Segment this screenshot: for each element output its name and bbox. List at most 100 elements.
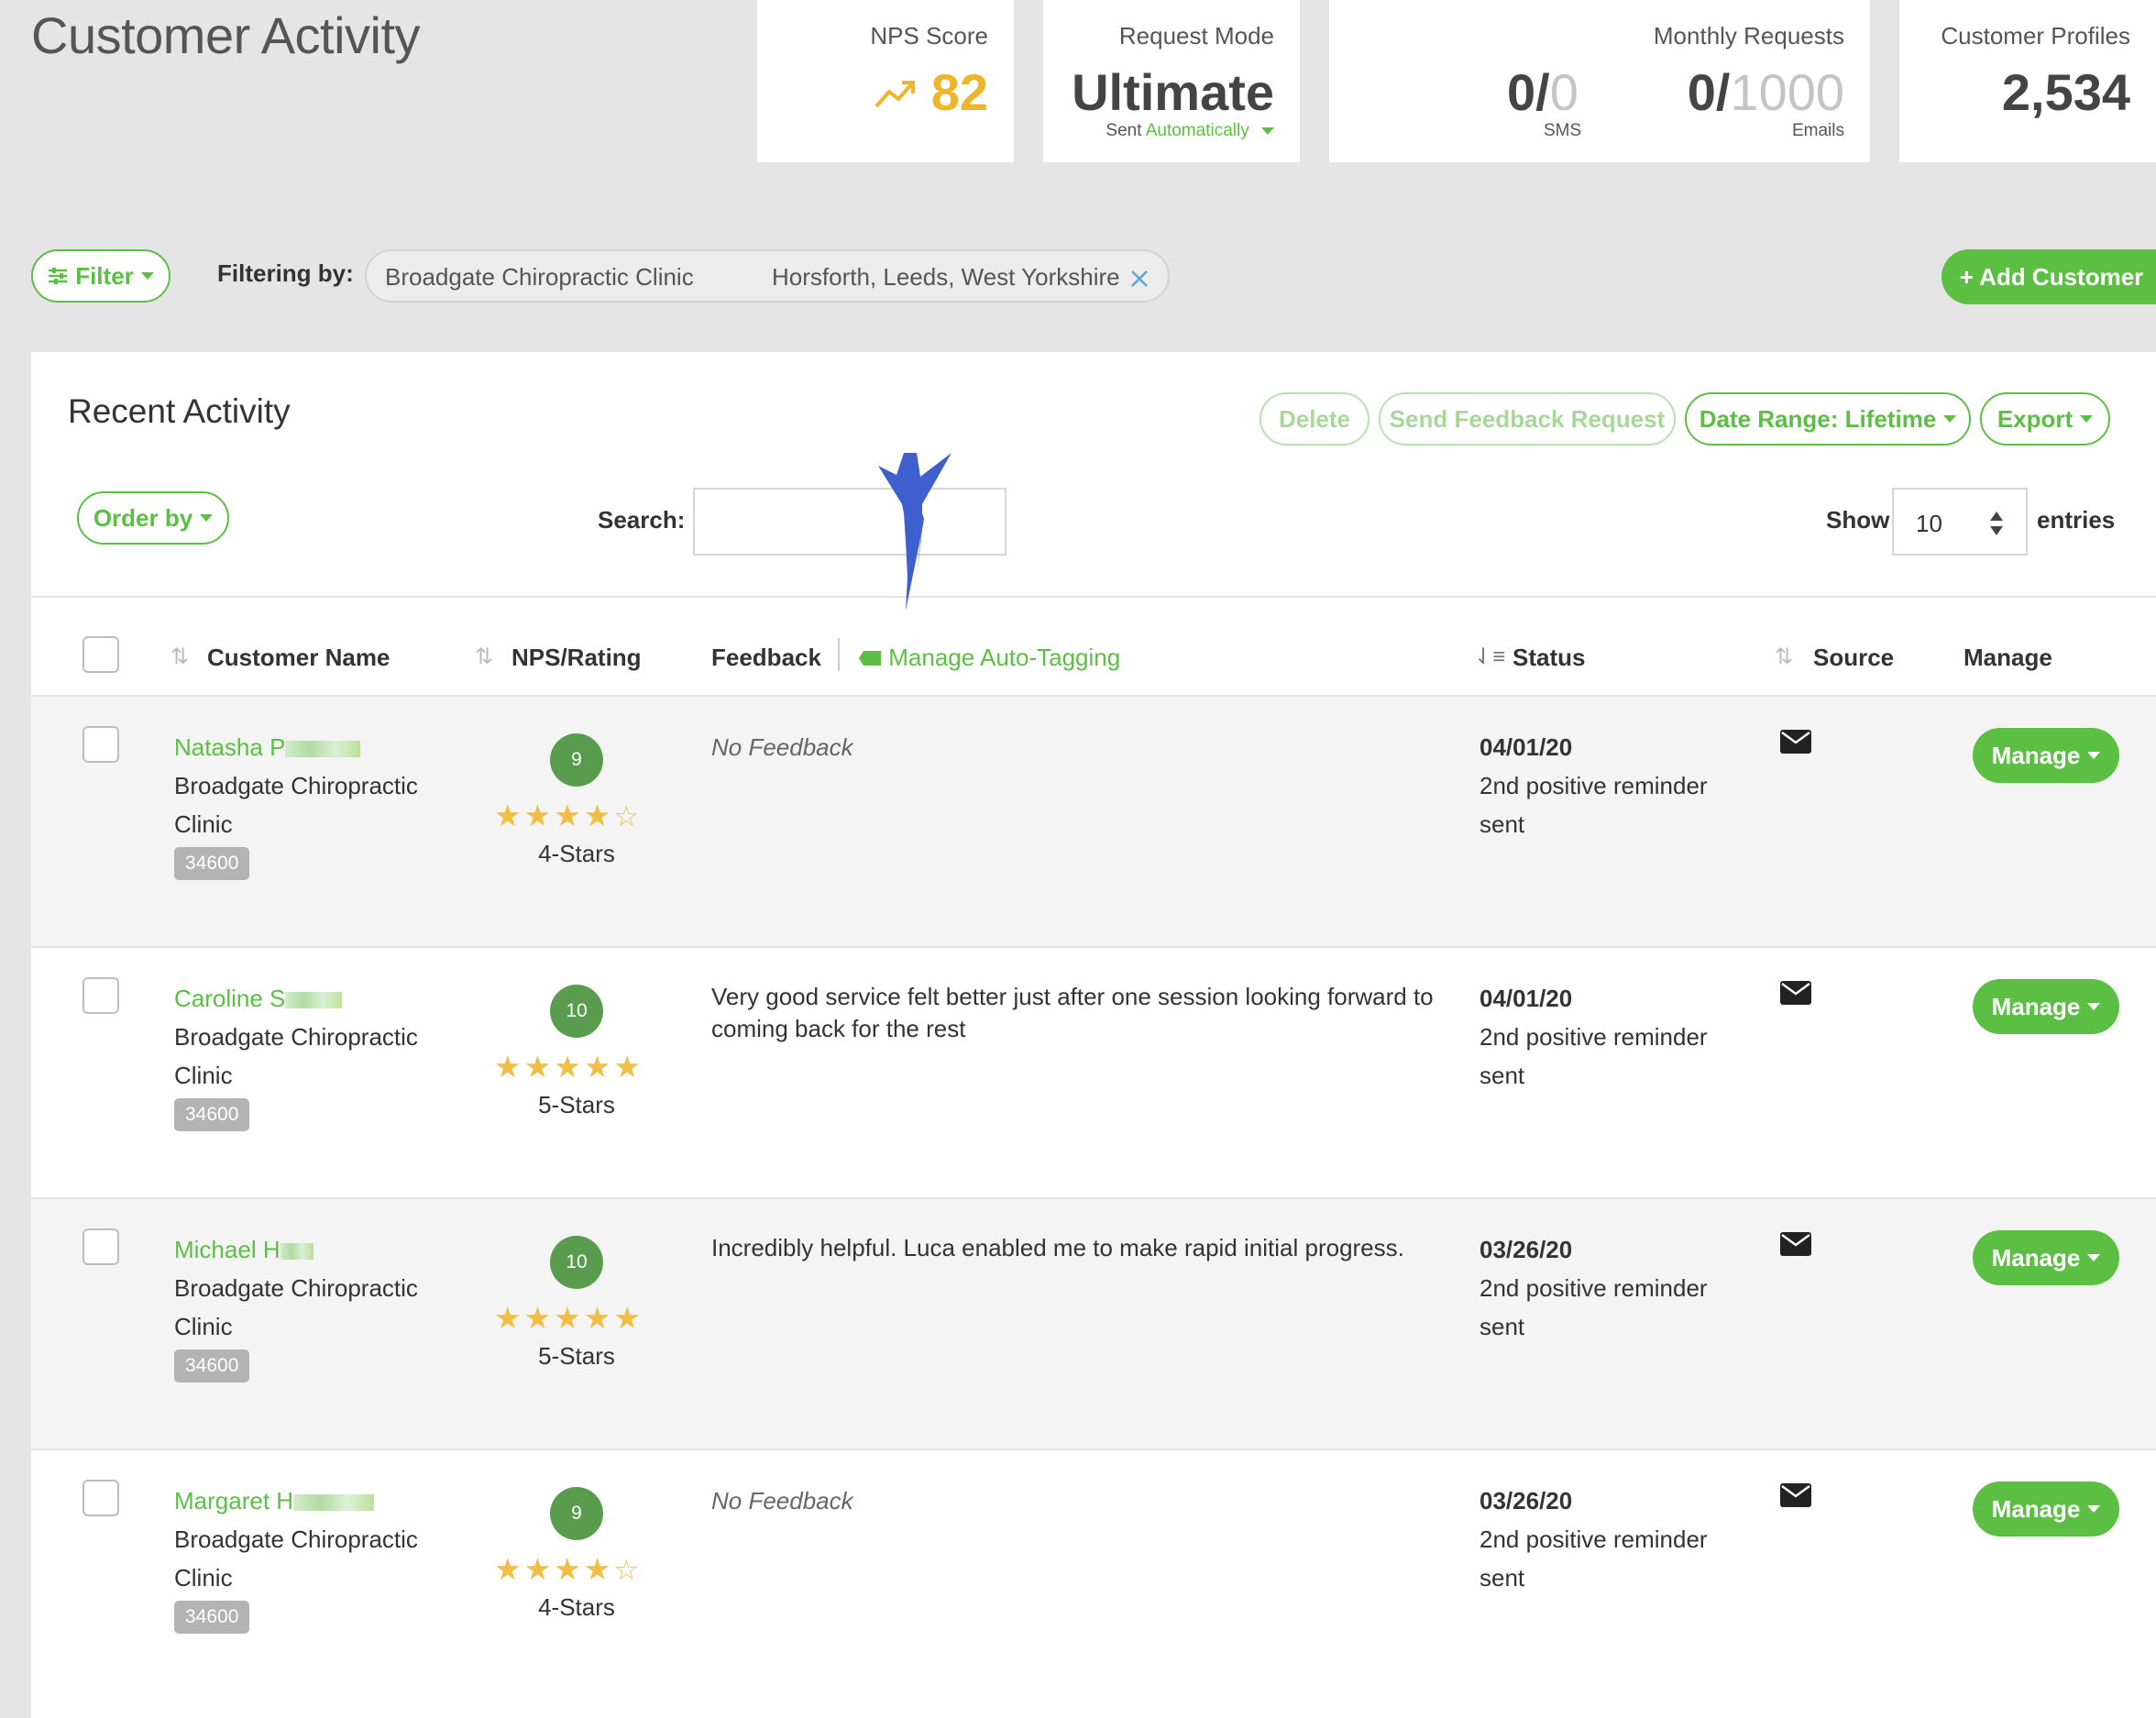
- stars-label: 4-Stars: [538, 1593, 615, 1621]
- request-mode-toggle[interactable]: Sent Automatically: [1106, 121, 1274, 141]
- page-title: Customer Activity: [31, 6, 421, 64]
- filter-button[interactable]: Filter: [31, 249, 170, 303]
- row-checkbox[interactable]: [82, 977, 119, 1014]
- close-icon[interactable]: [1129, 269, 1150, 289]
- select-all-checkbox[interactable]: [82, 636, 119, 673]
- star-rating: ★★★★★: [494, 1050, 644, 1084]
- status-text: 2nd positive reminder sent: [1480, 1525, 1708, 1591]
- envelope-icon: [1780, 981, 1811, 1005]
- star-rating: ★★★★★: [494, 1301, 644, 1335]
- customer-profiles-card: Customer Profiles 2,534: [1899, 0, 2156, 162]
- customer-clinic: Broadgate Chiropractic Clinic: [174, 1525, 418, 1591]
- status-date: 03/26/20: [1480, 1236, 1573, 1263]
- customer-name-link[interactable]: Margaret H: [174, 1487, 375, 1515]
- stars-label: 5-Stars: [538, 1342, 615, 1370]
- date-range-button[interactable]: Date Range: Lifetime: [1685, 392, 1971, 446]
- sms-count: 0/0: [1507, 63, 1578, 121]
- sort-icon[interactable]: ⇅: [475, 644, 493, 670]
- redacted-surname: [280, 1243, 314, 1261]
- chevron-down-icon: [2087, 1505, 2101, 1513]
- feedback-text: Very good service felt better just after…: [711, 983, 1434, 1042]
- col-status[interactable]: Status: [1512, 644, 1585, 672]
- manage-button[interactable]: Manage: [1973, 979, 2119, 1034]
- redacted-surname: [293, 1494, 375, 1512]
- envelope-icon: [1780, 1483, 1811, 1507]
- sms-label: SMS: [1544, 121, 1582, 140]
- search-label: Search:: [598, 506, 686, 534]
- stars-label: 4-Stars: [538, 840, 615, 867]
- nps-badge: 10: [550, 985, 603, 1038]
- updown-icon: [1990, 512, 2003, 535]
- trend-up-icon: [874, 81, 915, 108]
- status-date: 04/01/20: [1480, 733, 1573, 761]
- feedback-text: No Feedback: [711, 1487, 853, 1514]
- table-row: Caroline S Broadgate Chiropractic Clinic…: [31, 946, 2156, 1197]
- customer-id-badge: 34600: [174, 847, 250, 880]
- header-separator: [838, 638, 840, 671]
- manage-auto-tagging-link[interactable]: Manage Auto-Tagging: [858, 644, 1120, 672]
- entries-value: 10: [1916, 510, 1942, 537]
- star-rating: ★★★★☆: [494, 798, 643, 832]
- sliders-icon: [49, 268, 68, 284]
- table-row: Natasha P Broadgate Chiropractic Clinic …: [31, 695, 2156, 946]
- nps-score-label: NPS Score: [870, 22, 988, 50]
- chevron-down-icon: [200, 514, 214, 522]
- envelope-icon: [1780, 730, 1811, 754]
- request-mode-value: Ultimate: [1072, 63, 1274, 121]
- redacted-surname: [285, 992, 343, 1009]
- sort-icon[interactable]: ⇅: [170, 644, 189, 670]
- status-text: 2nd positive reminder sent: [1480, 1023, 1708, 1089]
- request-mode-label: Request Mode: [1118, 22, 1274, 50]
- filtering-by-label: Filtering by:: [217, 259, 354, 287]
- manage-button[interactable]: Manage: [1973, 728, 2119, 783]
- chevron-down-icon: [2087, 1003, 2101, 1010]
- annotation-arrow-icon: [878, 453, 952, 611]
- search-input[interactable]: [693, 488, 1006, 556]
- active-filter-pill: Broadgate Chiropractic Clinic Horsforth,…: [365, 249, 1170, 303]
- customer-clinic: Broadgate Chiropractic Clinic: [174, 772, 418, 838]
- customer-name-link[interactable]: Natasha P: [174, 733, 361, 762]
- star-rating: ★★★★☆: [494, 1552, 643, 1586]
- chevron-down-icon: [2087, 1254, 2101, 1261]
- row-checkbox[interactable]: [82, 1228, 119, 1265]
- row-checkbox[interactable]: [82, 1480, 119, 1516]
- row-checkbox[interactable]: [82, 726, 119, 763]
- chevron-down-icon: [2080, 415, 2094, 423]
- sent-prefix: Sent: [1106, 121, 1142, 140]
- chevron-down-icon: [1943, 415, 1957, 423]
- sort-icon[interactable]: ⇅: [1775, 644, 1793, 670]
- order-by-button[interactable]: Order by: [77, 491, 229, 545]
- col-nps-rating[interactable]: NPS/Rating: [512, 644, 642, 672]
- customer-name-link[interactable]: Michael H: [174, 1236, 314, 1264]
- show-label: Show: [1826, 506, 1890, 534]
- nps-badge: 10: [550, 1236, 603, 1289]
- email-count: 0/1000: [1687, 63, 1844, 121]
- entries-select[interactable]: 10: [1892, 488, 2028, 556]
- export-button[interactable]: Export: [1980, 392, 2110, 446]
- feedback-text: No Feedback: [711, 733, 853, 761]
- filter-location: Horsforth, Leeds, West Yorkshire: [772, 263, 1120, 291]
- sent-mode: Automatically: [1145, 121, 1249, 140]
- entries-label: entries: [2037, 506, 2116, 534]
- nps-score-value: 82: [930, 63, 988, 121]
- chevron-down-icon: [2087, 752, 2101, 759]
- add-customer-button[interactable]: + Add Customer: [1942, 249, 2156, 304]
- send-feedback-request-button[interactable]: Send Feedback Request: [1379, 392, 1676, 446]
- col-source[interactable]: Source: [1813, 644, 1894, 672]
- nps-score-card: NPS Score 82: [757, 0, 1014, 162]
- monthly-requests-label: Monthly Requests: [1653, 22, 1844, 50]
- envelope-icon: [1780, 1232, 1811, 1256]
- customer-id-badge: 34600: [174, 1601, 250, 1634]
- stars-label: 5-Stars: [538, 1091, 615, 1118]
- delete-button[interactable]: Delete: [1260, 392, 1370, 446]
- recent-activity-panel: Recent Activity Delete Send Feedback Req…: [31, 352, 2156, 1718]
- customer-name-link[interactable]: Caroline S: [174, 985, 343, 1013]
- emails-label: Emails: [1791, 121, 1844, 140]
- redacted-surname: [285, 741, 361, 758]
- sort-desc-icon[interactable]: ⇃≡: [1474, 644, 1505, 670]
- status-date: 03/26/20: [1480, 1487, 1573, 1514]
- manage-button[interactable]: Manage: [1973, 1481, 2119, 1536]
- table-row: Michael H Broadgate Chiropractic Clinic …: [31, 1197, 2156, 1448]
- col-customer-name[interactable]: Customer Name: [207, 644, 390, 672]
- manage-button[interactable]: Manage: [1973, 1230, 2119, 1285]
